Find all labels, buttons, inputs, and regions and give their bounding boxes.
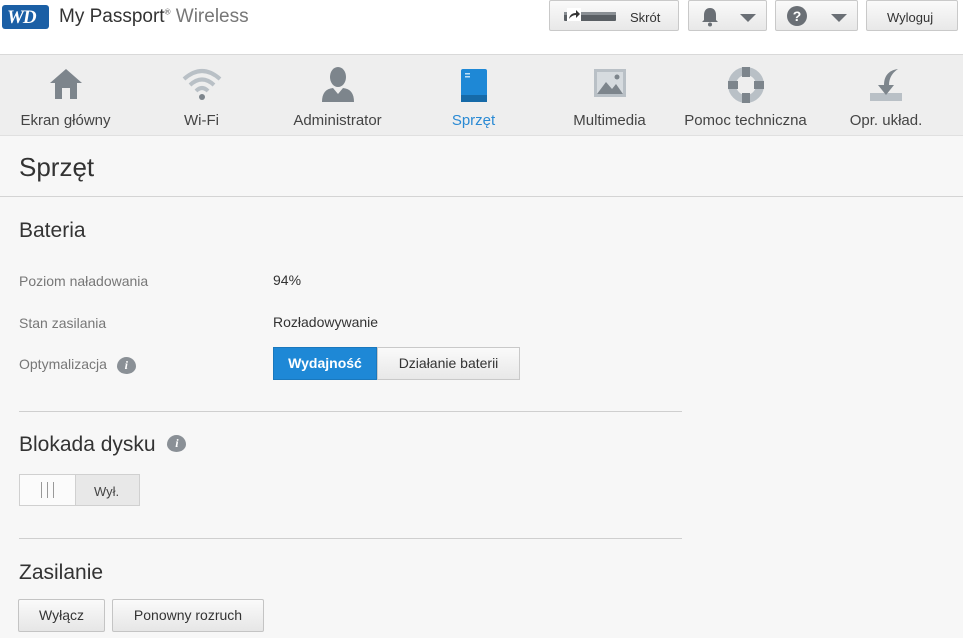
disk-lock-heading: Blokada dysku xyxy=(19,433,156,456)
shutdown-button[interactable]: Wyłącz xyxy=(18,599,105,632)
nav-label: Wi-Fi xyxy=(184,112,219,129)
disk-lock-heading-row: Blokada dysku i xyxy=(19,433,187,457)
page-title: Sprzęt xyxy=(19,152,95,182)
info-icon[interactable]: i xyxy=(167,434,187,452)
logout-label: Wyloguj xyxy=(887,10,934,25)
divider xyxy=(19,411,682,412)
nav-label: Ekran główny xyxy=(20,112,111,129)
nav-label: Multimedia xyxy=(573,112,646,129)
logout-button[interactable]: Wyloguj xyxy=(866,0,958,31)
device-icon xyxy=(460,67,488,108)
optimization-battery-button[interactable]: Działanie baterii xyxy=(377,347,520,380)
shortcut-button[interactable]: Skrót xyxy=(549,0,679,31)
divider xyxy=(0,196,963,197)
shortcut-icon xyxy=(564,8,616,27)
help-button[interactable]: ? xyxy=(775,0,858,31)
main-nav: Ekran główny Wi-Fi Administrator Sprzęt … xyxy=(0,55,963,136)
grip-line xyxy=(53,482,54,498)
nav-item-administrator[interactable]: Administrator xyxy=(272,55,403,135)
home-icon xyxy=(49,67,83,106)
user-icon xyxy=(321,67,355,108)
wifi-icon xyxy=(182,67,222,106)
nav-item-home[interactable]: Ekran główny xyxy=(0,55,131,135)
firmware-download-icon xyxy=(868,67,904,108)
power-state-value: Rozładowywanie xyxy=(273,314,379,330)
bell-icon xyxy=(701,7,719,30)
product-name: My Passport® Wireless xyxy=(59,6,249,27)
restart-button[interactable]: Ponowny rozruch xyxy=(112,599,264,632)
power-state-label: Stan zasilania xyxy=(19,315,107,331)
nav-item-wifi[interactable]: Wi-Fi xyxy=(136,55,267,135)
optimization-row: Optymalizacja i xyxy=(19,356,136,374)
charge-level-value: 94% xyxy=(273,272,302,288)
disk-lock-toggle[interactable]: Wył. xyxy=(19,474,140,506)
chevron-down-icon xyxy=(740,14,756,22)
grip-line xyxy=(47,482,48,498)
chevron-down-icon xyxy=(831,14,847,22)
optimization-label: Optymalizacja xyxy=(19,356,107,372)
nav-item-hardware[interactable]: Sprzęt xyxy=(408,55,539,135)
toggle-handle[interactable] xyxy=(20,475,76,505)
nav-label: Administrator xyxy=(293,112,382,129)
shortcut-label: Skrót xyxy=(630,10,661,25)
nav-item-multimedia[interactable]: Multimedia xyxy=(544,55,675,135)
power-heading: Zasilanie xyxy=(19,561,104,584)
info-icon[interactable]: i xyxy=(116,356,136,374)
nav-label: Sprzęt xyxy=(451,112,496,129)
nav-item-firmware[interactable]: Opr. układ. xyxy=(816,55,956,135)
nav-label: Pomoc techniczna xyxy=(684,112,807,129)
optimization-performance-button[interactable]: Wydajność xyxy=(273,347,377,380)
brand-suffix: Wireless xyxy=(175,6,249,27)
nav-item-support[interactable]: Pomoc techniczna xyxy=(680,55,811,135)
grip-line xyxy=(41,482,42,498)
lifebuoy-icon xyxy=(727,67,764,108)
divider xyxy=(19,538,682,539)
nav-label: Opr. układ. xyxy=(849,112,923,129)
wd-logo: WD xyxy=(2,5,49,29)
brand-name: My Passport xyxy=(59,6,165,27)
battery-heading: Bateria xyxy=(19,219,86,242)
charge-level-label: Poziom naładowania xyxy=(19,273,149,289)
image-icon xyxy=(593,67,627,104)
help-icon: ? xyxy=(787,6,807,26)
top-header: WD My Passport® Wireless Skrót ? Wyloguj xyxy=(0,0,963,55)
notifications-button[interactable] xyxy=(688,0,767,31)
toggle-state-label: Wył. xyxy=(94,484,120,499)
